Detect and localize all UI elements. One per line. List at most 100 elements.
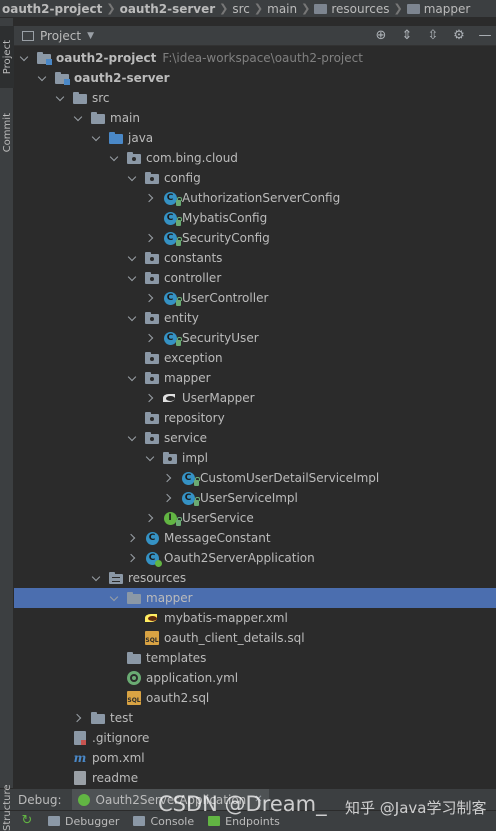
rerun-icon[interactable]: ↻ xyxy=(20,814,34,828)
tree-node[interactable]: src xyxy=(14,88,496,108)
tree-node[interactable]: application.yml xyxy=(14,668,496,688)
breadcrumb-item[interactable]: oauth2-server xyxy=(120,2,216,16)
chevron-right-icon[interactable] xyxy=(144,388,156,408)
chevron-down-icon[interactable]: ▼ xyxy=(87,31,94,41)
yaml-file-icon xyxy=(126,670,142,686)
tree-node[interactable]: C UserServiceImpl xyxy=(14,488,496,508)
tree-node[interactable]: main xyxy=(14,108,496,128)
java-class-icon: C xyxy=(180,470,200,486)
chevron-down-icon[interactable] xyxy=(144,448,156,468)
tree-node-label: config xyxy=(164,171,201,185)
chevron-right-icon[interactable] xyxy=(126,548,138,568)
tree-node[interactable]: impl xyxy=(14,448,496,468)
tree-node[interactable]: java xyxy=(14,128,496,148)
tree-node[interactable]: exception xyxy=(14,348,496,368)
tree-node[interactable]: .gitignore xyxy=(14,728,496,748)
breadcrumb-item[interactable]: src xyxy=(232,2,250,16)
crosshair-icon[interactable]: ⊕ xyxy=(374,26,388,46)
structure-tool-tab[interactable]: Structure xyxy=(0,784,14,831)
tree-node[interactable]: resources xyxy=(14,568,496,588)
chevron-down-icon[interactable] xyxy=(72,108,84,128)
tab-console[interactable]: Console xyxy=(133,815,194,828)
tree-node[interactable]: test xyxy=(14,708,496,728)
tree-node[interactable]: oauth2-project F:\idea-workspace\oauth2-p… xyxy=(14,48,496,68)
chevron-down-icon[interactable] xyxy=(126,428,138,448)
chevron-down-icon[interactable] xyxy=(126,308,138,328)
tree-node[interactable]: I UserService xyxy=(14,508,496,528)
tree-node[interactable]: oauth2-server xyxy=(14,68,496,88)
chevron-right-icon[interactable] xyxy=(144,228,156,248)
tree-node[interactable]: entity xyxy=(14,308,496,328)
minimize-icon[interactable]: — xyxy=(478,26,492,46)
chevron-down-icon[interactable] xyxy=(54,88,66,108)
chevron-down-icon[interactable] xyxy=(126,248,138,268)
tree-node[interactable]: templates xyxy=(14,648,496,668)
chevron-right-icon[interactable] xyxy=(162,488,174,508)
tree-node[interactable]: controller xyxy=(14,268,496,288)
commit-tool-tab[interactable]: Commit xyxy=(0,102,14,164)
tree-node[interactable]: C SecurityUser xyxy=(14,328,496,348)
expand-all-icon[interactable]: ⇕ xyxy=(400,26,414,46)
gear-icon[interactable]: ⚙ xyxy=(452,26,466,46)
chevron-right-icon[interactable] xyxy=(126,528,138,548)
chevron-down-icon[interactable] xyxy=(126,268,138,288)
tree-node[interactable]: C UserController xyxy=(14,288,496,308)
debug-session-tab[interactable]: Oauth2ServerApplication ✕ xyxy=(71,788,269,811)
close-icon[interactable]: ✕ xyxy=(254,794,262,805)
chevron-right-icon[interactable] xyxy=(144,508,156,528)
tree-node[interactable]: C SecurityConfig xyxy=(14,228,496,248)
tree-node[interactable]: C CustomUserDetailServiceImpl xyxy=(14,468,496,488)
breadcrumb-item[interactable]: main xyxy=(267,2,297,16)
chevron-down-icon[interactable] xyxy=(108,588,120,608)
chevron-down-icon[interactable] xyxy=(90,128,102,148)
chevron-down-icon[interactable] xyxy=(126,368,138,388)
tree-node-label: test xyxy=(110,711,134,725)
tree-node-label: oauth_client_details.sql xyxy=(164,631,305,645)
tree-node[interactable]: repository xyxy=(14,408,496,428)
chevron-down-icon[interactable] xyxy=(126,168,138,188)
chevron-right-icon[interactable] xyxy=(72,708,84,728)
tree-node[interactable]: mapper xyxy=(14,368,496,388)
breadcrumb-item[interactable]: mapper xyxy=(406,2,470,16)
project-view-selector[interactable]: Project xyxy=(40,29,81,43)
tree-node[interactable]: readme xyxy=(14,768,496,788)
tree-node-label: UserService xyxy=(182,511,254,525)
resource-folder-icon xyxy=(108,570,124,586)
tree-node[interactable]: C MessageConstant xyxy=(14,528,496,548)
tree-node[interactable]: mybatis-mapper.xml xyxy=(14,608,496,628)
breadcrumb-item[interactable]: resources xyxy=(314,2,389,16)
chevron-right-icon[interactable] xyxy=(162,468,174,488)
chevron-down-icon[interactable] xyxy=(18,48,30,68)
tree-node[interactable]: constants xyxy=(14,248,496,268)
tree-node[interactable]: SQL oauth_client_details.sql xyxy=(14,628,496,648)
sql-file-icon: SQL xyxy=(144,630,160,646)
project-tool-tab[interactable]: Project xyxy=(0,26,14,88)
gitignore-file-icon xyxy=(72,730,88,746)
tree-node[interactable]: SQL oauth2.sql xyxy=(14,688,496,708)
tree-node[interactable]: config xyxy=(14,168,496,188)
tree-node-label: SecurityUser xyxy=(182,331,259,345)
java-class-icon: C xyxy=(144,550,162,567)
tree-node[interactable]: C AuthorizationServerConfig xyxy=(14,188,496,208)
tree-node[interactable]: mapper xyxy=(14,588,496,608)
tree-node[interactable]: UserMapper xyxy=(14,388,496,408)
tree-node[interactable]: com.bing.cloud xyxy=(14,148,496,168)
chevron-right-icon[interactable] xyxy=(144,288,156,308)
tab-debugger[interactable]: Debugger xyxy=(48,815,119,828)
chevron-down-icon[interactable] xyxy=(36,68,48,88)
tab-endpoints[interactable]: Endpoints xyxy=(208,815,280,828)
tab-endpoints-label: Endpoints xyxy=(225,814,280,828)
tree-node[interactable]: C Oauth2ServerApplication xyxy=(14,548,496,568)
tree-node[interactable]: C MybatisConfig xyxy=(14,208,496,228)
breadcrumb-item[interactable]: oauth2-project xyxy=(2,2,102,16)
maven-file-icon: m xyxy=(73,751,87,765)
chevron-right-icon[interactable] xyxy=(144,188,156,208)
tree-node[interactable]: m pom.xml xyxy=(14,748,496,768)
xml-file-icon xyxy=(144,610,160,626)
chevron-right-icon[interactable] xyxy=(144,328,156,348)
collapse-all-icon[interactable]: ⇳ xyxy=(426,26,440,46)
tree-node[interactable]: service xyxy=(14,428,496,448)
chevron-down-icon[interactable] xyxy=(90,568,102,588)
chevron-down-icon[interactable] xyxy=(108,148,120,168)
